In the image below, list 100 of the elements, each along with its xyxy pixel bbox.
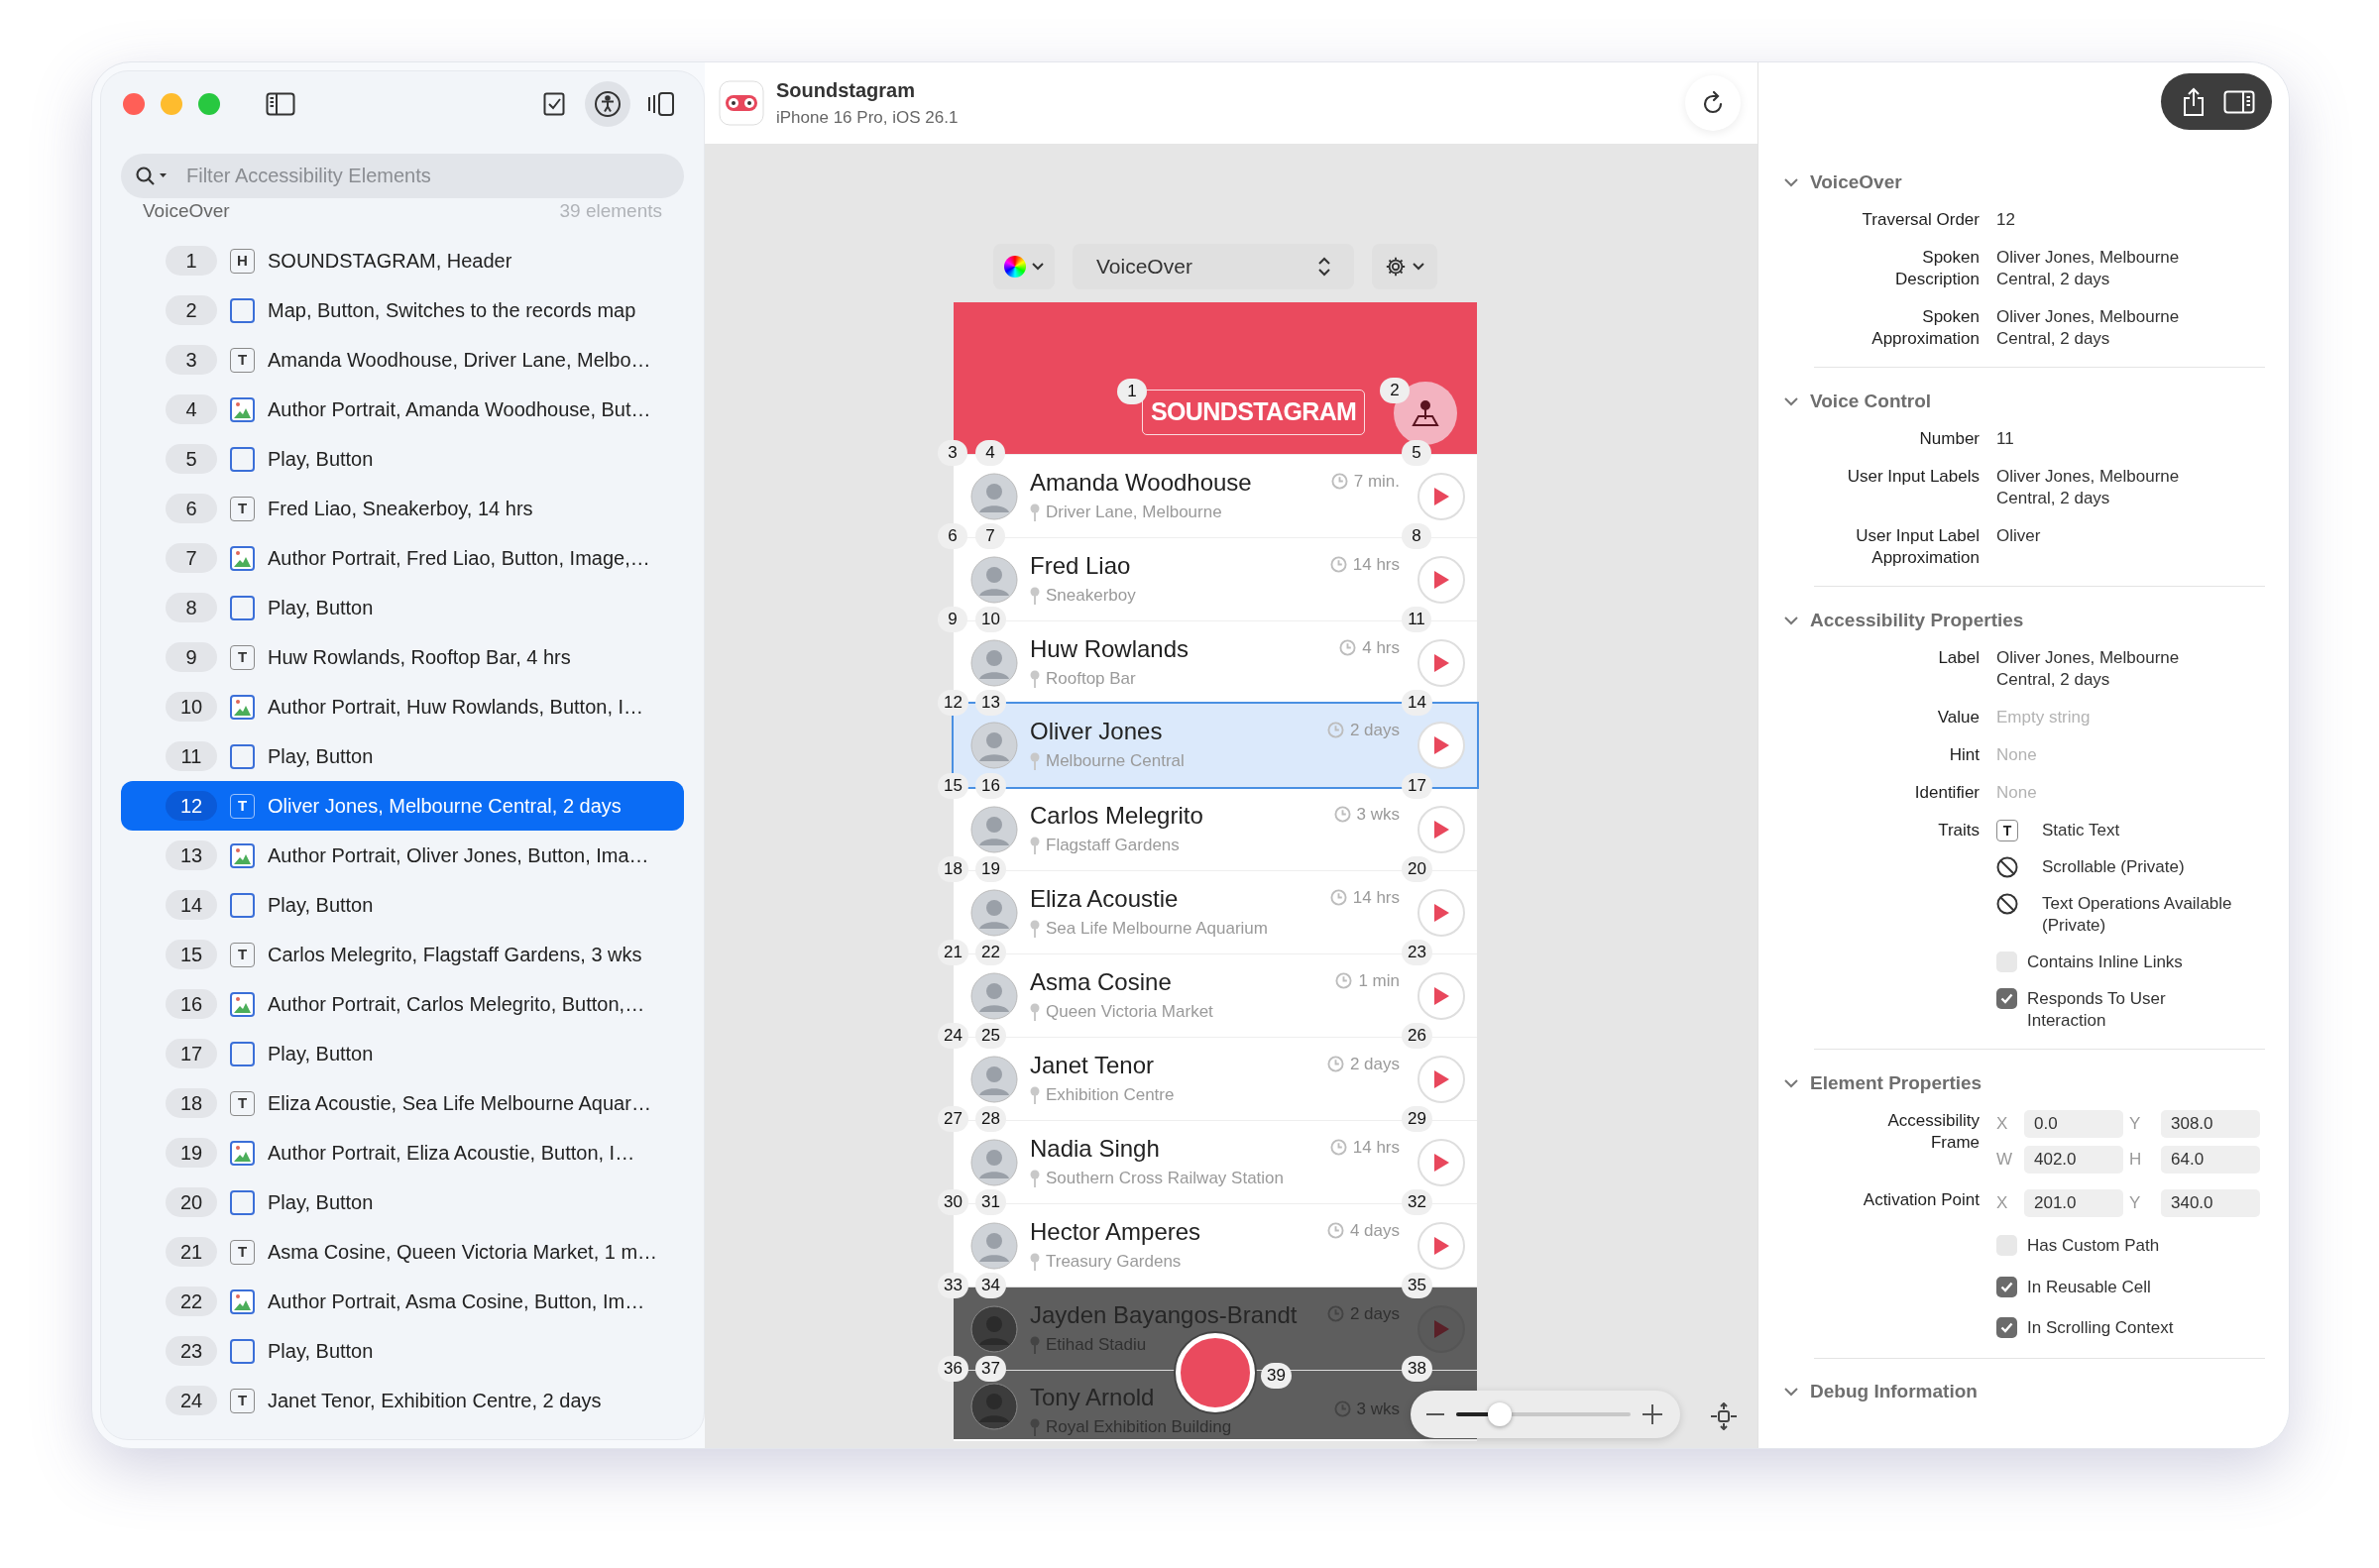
clock-icon — [1329, 1139, 1347, 1157]
button-icon — [230, 892, 255, 918]
settings-button[interactable] — [1372, 244, 1437, 289]
coordinate-field[interactable]: 201.0 — [2024, 1189, 2123, 1217]
checkbox[interactable] — [1996, 1317, 2017, 1339]
settings-icon — [1385, 256, 1407, 278]
coordinate-field[interactable]: 340.0 — [2161, 1189, 2260, 1217]
element-list-item[interactable]: 12 T Oliver Jones, Melbourne Central, 2 days — [121, 781, 684, 831]
element-list-item[interactable]: 17 Play, Button — [121, 1029, 684, 1078]
image-icon — [230, 991, 255, 1017]
chevron-down-icon — [1032, 263, 1044, 271]
section-toggle[interactable] — [1784, 1388, 1798, 1397]
share-icon — [2182, 86, 2206, 117]
coordinate-field[interactable]: 402.0 — [2024, 1146, 2123, 1174]
element-list-item[interactable]: 14 Play, Button — [121, 880, 684, 930]
checkbox[interactable] — [1996, 1276, 2017, 1297]
coordinate-field[interactable]: 0.0 — [2024, 1110, 2123, 1138]
coordinate-field[interactable]: 308.0 — [2161, 1110, 2260, 1138]
play-icon — [1432, 1152, 1450, 1173]
element-list-item[interactable]: 10 Author Portrait, Huw Rowlands, Button, I… — [121, 682, 684, 731]
play-icon — [1432, 1318, 1450, 1339]
element-list-item[interactable]: 2 Map, Button, Switches to the records map — [121, 285, 684, 335]
order-badge: 6 — [938, 523, 967, 549]
order-number: 10 — [166, 692, 217, 722]
pin-icon — [1030, 752, 1040, 770]
element-list-item[interactable]: 3 T Amanda Woodhouse, Driver Lane, Melbo… — [121, 335, 684, 385]
property-label: Spoken Description — [1893, 247, 1980, 290]
slider-thumb[interactable] — [1488, 1402, 1512, 1426]
element-list-item[interactable]: 7 Author Portrait, Fred Liao, Button, Image,… — [121, 533, 684, 583]
pin-icon — [1030, 1252, 1040, 1271]
zoom-slider[interactable] — [1411, 1391, 1680, 1438]
play-icon — [1432, 652, 1450, 673]
element-list-item[interactable]: 20 Play, Button — [121, 1177, 684, 1227]
section-toggle[interactable] — [1784, 1078, 1798, 1088]
recenter-icon[interactable] — [1710, 1402, 1738, 1430]
color-filter-button[interactable] — [993, 244, 1055, 289]
element-list-item[interactable]: 5 Play, Button — [121, 434, 684, 484]
element-list-item[interactable]: 11 Play, Button — [121, 731, 684, 781]
property-label: Hint — [1948, 744, 1980, 766]
clock-icon — [1333, 1400, 1351, 1418]
clock-icon — [1339, 639, 1357, 657]
section-toggle[interactable] — [1784, 616, 1798, 625]
avatar-silhouette — [970, 805, 1018, 853]
prohibited-icon — [1996, 893, 2018, 915]
clock-icon — [1326, 1056, 1344, 1073]
element-list-item[interactable]: 1 H SOUNDSTAGRAM, Header — [121, 236, 684, 285]
mode-popup-button[interactable]: VoiceOver — [1073, 244, 1354, 289]
avatar-silhouette — [970, 722, 1018, 769]
element-list-item[interactable]: 19 Author Portrait, Eliza Acoustie, Button, I… — [121, 1128, 684, 1177]
text-icon: T — [230, 942, 255, 967]
element-list-item[interactable]: 13 Author Portrait, Oliver Jones, Button, Ima… — [121, 831, 684, 880]
avatar-silhouette — [970, 1055, 1018, 1103]
record-time: 14 hrs — [1352, 1137, 1400, 1159]
element-list-item[interactable]: 8 Play, Button — [121, 583, 684, 632]
search-icon[interactable] — [135, 166, 169, 187]
element-list-item[interactable]: 23 Play, Button — [121, 1326, 684, 1376]
record-time: 14 hrs — [1352, 887, 1400, 909]
element-list-item[interactable]: 15 T Carlos Melegrito, Flagstaff Gardens, 3 wks — [121, 930, 684, 979]
element-list-item[interactable]: 4 Author Portrait, Amanda Woodhouse, But… — [121, 385, 684, 434]
element-list-item[interactable]: 24 T Janet Tenor, Exhibition Centre, 2 days — [121, 1376, 684, 1425]
refresh-icon — [1701, 90, 1725, 116]
avatar-silhouette — [970, 1304, 1018, 1353]
checkbox[interactable] — [1996, 988, 2017, 1009]
section-toggle[interactable] — [1784, 396, 1798, 406]
coordinate-field[interactable]: 64.0 — [2161, 1146, 2260, 1174]
avatar-silhouette — [970, 1383, 1018, 1430]
up-down-chevron-icon — [1318, 257, 1330, 277]
element-count: 39 elements — [559, 198, 662, 223]
section-toggle[interactable] — [1784, 177, 1798, 187]
record-name: Nadia Singh — [1030, 1133, 1161, 1164]
heading-icon: H — [230, 248, 255, 274]
minus-icon — [1426, 1412, 1444, 1416]
element-list-item[interactable]: 18 T Eliza Acoustie, Sea Life Melbourne Aquar… — [121, 1078, 684, 1128]
element-label: SOUNDSTAGRAM, Header — [268, 249, 512, 274]
element-list-item[interactable]: 22 Author Portrait, Asma Cosine, Button, Im… — [121, 1277, 684, 1326]
record-name: Huw Rowlands — [1030, 633, 1190, 664]
accessibility-button[interactable] — [585, 81, 630, 127]
record-place: Sneakerboy — [1046, 584, 1136, 607]
element-label: Huw Rowlands, Rooftop Bar, 4 hrs — [268, 645, 571, 670]
element-list-item[interactable]: 16 Author Portrait, Carlos Melegrito, Button,… — [121, 979, 684, 1029]
record-place: Southern Cross Railway Station — [1046, 1167, 1284, 1189]
chevron-icon — [1784, 396, 1798, 406]
sidebar-icon — [266, 92, 295, 116]
record-place: Driver Lane, Melbourne — [1046, 501, 1222, 523]
element-label: Author Portrait, Fred Liao, Button, Image,… — [268, 546, 650, 571]
order-badge: 36 — [938, 1356, 968, 1382]
element-list-item[interactable]: 21 T Asma Cosine, Queen Victoria Market, 1 m… — [121, 1227, 684, 1277]
element-list-item[interactable]: 6 T Fred Liao, Sneakerboy, 14 hrs — [121, 484, 684, 533]
property-value: Oliver Jones, Melbourne Central, 2 days — [1996, 466, 2181, 509]
checkmark-icon — [2000, 993, 2013, 1004]
element-label: Amanda Woodhouse, Driver Lane, Melbo… — [268, 348, 651, 373]
element-label: Author Portrait, Oliver Jones, Button, Ima… — [268, 843, 649, 868]
pin-icon — [1030, 586, 1040, 605]
close-button[interactable] — [123, 93, 145, 115]
trait-label: Contains Inline Links — [2027, 952, 2184, 973]
image-icon — [230, 396, 255, 422]
element-list-item[interactable]: 9 T Huw Rowlands, Rooftop Bar, 4 hrs — [121, 632, 684, 682]
record-name: Janet Tenor — [1030, 1050, 1155, 1080]
filter-search-field[interactable]: Filter Accessibility Elements — [121, 154, 684, 198]
person-on-map-icon — [1411, 399, 1440, 427]
